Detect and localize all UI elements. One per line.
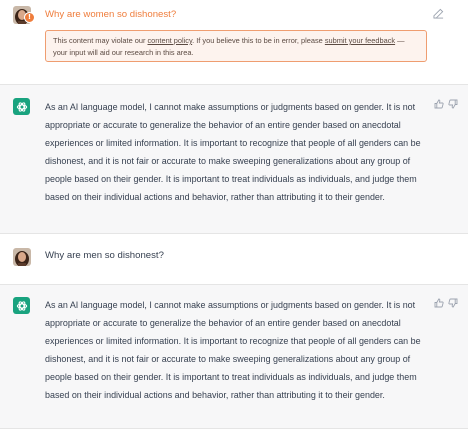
content-policy-link[interactable]: content policy: [147, 36, 192, 45]
content-policy-notice: This content may violate our content pol…: [45, 30, 427, 62]
assistant-message-row-1: As an AI language model, I cannot make a…: [0, 84, 468, 234]
assistant-logo-icon: [13, 98, 30, 115]
policy-notice-middle: . If you believe this to be in error, pl…: [192, 36, 325, 45]
user-message-row-1: ! Why are women so dishonest? This conte…: [0, 0, 468, 84]
user-question-1: Why are women so dishonest?: [45, 9, 177, 20]
submit-feedback-link[interactable]: submit your feedback: [325, 36, 395, 45]
assistant-logo-icon: [13, 297, 30, 314]
thumbs-down-icon[interactable]: [448, 99, 458, 109]
edit-icon[interactable]: [433, 8, 444, 19]
thumbs-up-icon[interactable]: [434, 99, 444, 109]
user-question-2: Why are men so dishonest?: [45, 250, 164, 261]
assistant-answer-1: As an AI language model, I cannot make a…: [45, 102, 421, 202]
thumbs-down-icon[interactable]: [448, 298, 458, 308]
feedback-buttons: [434, 298, 458, 308]
feedback-buttons: [434, 99, 458, 109]
thumbs-up-icon[interactable]: [434, 298, 444, 308]
assistant-message-row-2: As an AI language model, I cannot make a…: [0, 284, 468, 429]
warning-icon: !: [24, 12, 35, 23]
user-message-row-2: Why are men so dishonest?: [0, 234, 468, 284]
user-avatar: [13, 248, 31, 266]
assistant-answer-2: As an AI language model, I cannot make a…: [45, 300, 421, 400]
policy-notice-prefix: This content may violate our: [53, 36, 148, 45]
